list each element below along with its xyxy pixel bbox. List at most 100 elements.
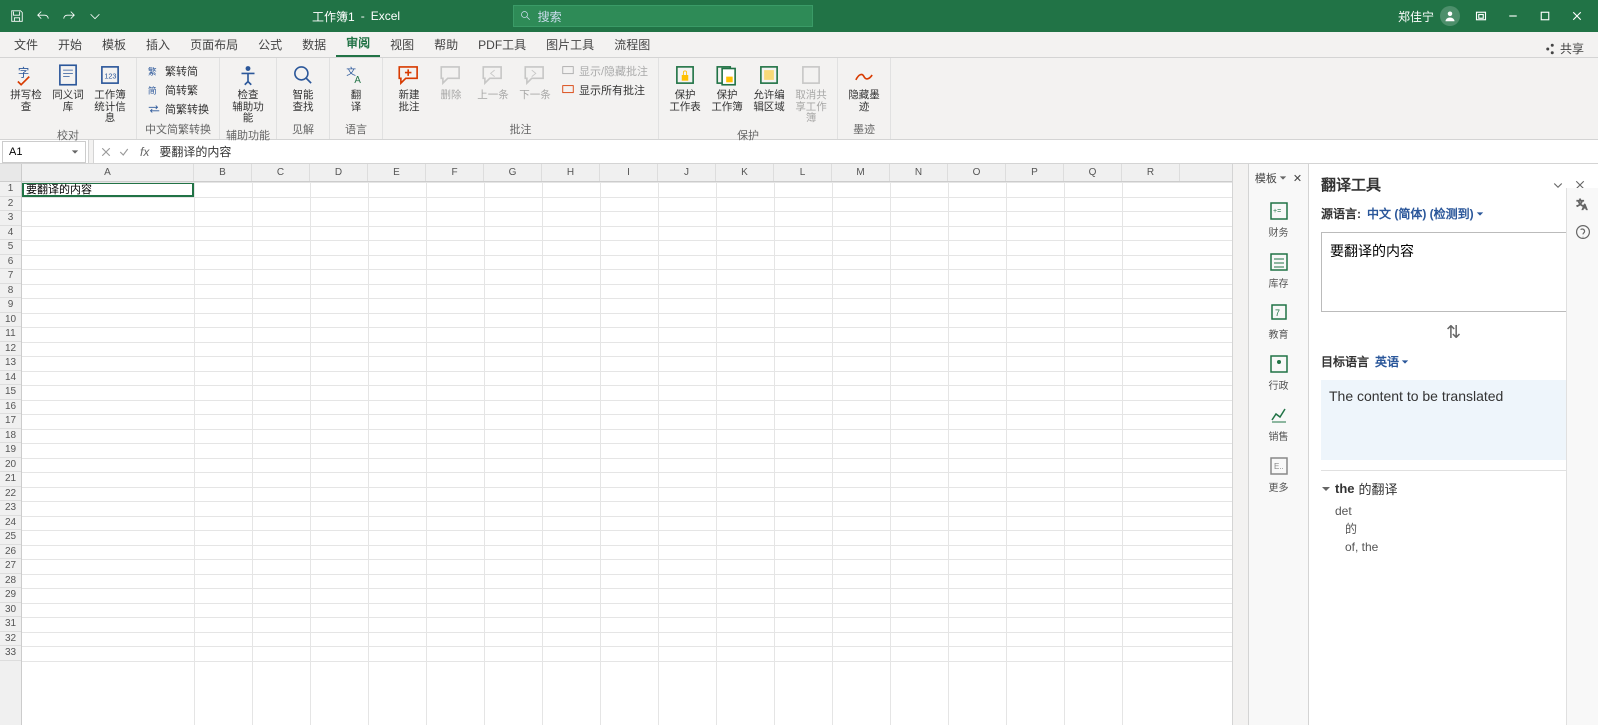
row-header-5[interactable]: 5 — [0, 240, 21, 255]
vertical-scrollbar[interactable] — [1232, 164, 1248, 725]
source-text-input[interactable]: 要翻译的内容 ✕ — [1321, 232, 1586, 312]
template-category-inventory[interactable]: 库存 — [1268, 245, 1290, 296]
ribbon-display-icon[interactable] — [1470, 5, 1492, 27]
tab-开始[interactable]: 开始 — [48, 32, 92, 57]
simp-to-trad-button[interactable]: 简简转繁 — [143, 81, 213, 99]
column-header-L[interactable]: L — [774, 164, 832, 181]
column-header-E[interactable]: E — [368, 164, 426, 181]
translate-button[interactable]: 文A翻 译 — [336, 62, 376, 113]
row-header-31[interactable]: 31 — [0, 617, 21, 632]
name-box[interactable]: A1 — [2, 141, 86, 163]
show-all-comments-button[interactable]: 显示所有批注 — [557, 81, 652, 99]
column-header-A[interactable]: A — [22, 164, 194, 181]
row-header-2[interactable]: 2 — [0, 197, 21, 212]
row-header-26[interactable]: 26 — [0, 545, 21, 560]
new-comment-button[interactable]: 新建 批注 — [389, 62, 429, 113]
template-pane-header[interactable]: 模板 ✕ — [1255, 170, 1302, 190]
row-header-6[interactable]: 6 — [0, 255, 21, 270]
target-lang-dropdown[interactable]: 英语 — [1375, 353, 1409, 370]
column-header-J[interactable]: J — [658, 164, 716, 181]
column-header-C[interactable]: C — [252, 164, 310, 181]
tab-插入[interactable]: 插入 — [136, 32, 180, 57]
formula-bar[interactable]: 要翻译的内容 — [153, 143, 1598, 160]
tab-PDF工具[interactable]: PDF工具 — [468, 32, 536, 57]
row-header-1[interactable]: 1 — [0, 182, 21, 197]
column-header-P[interactable]: P — [1006, 164, 1064, 181]
dictionary-toggle[interactable]: the 的翻译 — [1321, 479, 1586, 498]
row-header-4[interactable]: 4 — [0, 226, 21, 241]
qat-customize-icon[interactable] — [84, 5, 106, 27]
template-category-more[interactable]: E..更多 — [1268, 449, 1290, 500]
search-input[interactable]: 搜索 — [513, 5, 813, 27]
translator-side-icon[interactable]: 文A — [1575, 196, 1591, 212]
template-category-admin[interactable]: 行政 — [1268, 347, 1290, 398]
column-header-M[interactable]: M — [832, 164, 890, 181]
row-header-16[interactable]: 16 — [0, 400, 21, 415]
cell-a1[interactable]: 要翻译的内容 — [22, 182, 194, 197]
tab-帮助[interactable]: 帮助 — [424, 32, 468, 57]
row-header-21[interactable]: 21 — [0, 472, 21, 487]
row-header-17[interactable]: 17 — [0, 414, 21, 429]
column-header-R[interactable]: R — [1122, 164, 1180, 181]
row-header-23[interactable]: 23 — [0, 501, 21, 516]
column-header-B[interactable]: B — [194, 164, 252, 181]
tab-公式[interactable]: 公式 — [248, 32, 292, 57]
row-header-13[interactable]: 13 — [0, 356, 21, 371]
chinese-convert-button[interactable]: 简繁转换 — [143, 100, 213, 118]
row-header-27[interactable]: 27 — [0, 559, 21, 574]
row-header-24[interactable]: 24 — [0, 516, 21, 531]
workbook-stats-button[interactable]: 123工作簿 统计信息 — [90, 62, 130, 125]
row-header-30[interactable]: 30 — [0, 603, 21, 618]
enter-formula-icon[interactable] — [118, 146, 130, 158]
spelling-button[interactable]: 字拼写检查 — [6, 62, 46, 113]
row-header-3[interactable]: 3 — [0, 211, 21, 226]
close-icon[interactable] — [1566, 5, 1588, 27]
row-header-33[interactable]: 33 — [0, 646, 21, 661]
row-header-20[interactable]: 20 — [0, 458, 21, 473]
allow-edit-ranges-button[interactable]: 允许编 辑区域 — [749, 62, 789, 113]
tab-模板[interactable]: 模板 — [92, 32, 136, 57]
row-header-32[interactable]: 32 — [0, 632, 21, 647]
row-header-12[interactable]: 12 — [0, 342, 21, 357]
accessibility-check-button[interactable]: 检查 辅助功能 — [228, 62, 268, 125]
row-header-8[interactable]: 8 — [0, 284, 21, 299]
share-button[interactable]: 共享 — [1534, 40, 1594, 57]
row-header-9[interactable]: 9 — [0, 298, 21, 313]
trad-to-simp-button[interactable]: 繁繁转简 — [143, 62, 213, 80]
column-header-I[interactable]: I — [600, 164, 658, 181]
tab-数据[interactable]: 数据 — [292, 32, 336, 57]
column-header-O[interactable]: O — [948, 164, 1006, 181]
tab-审阅[interactable]: 审阅 — [336, 30, 380, 57]
protect-sheet-button[interactable]: 保护 工作表 — [665, 62, 705, 113]
column-header-H[interactable]: H — [542, 164, 600, 181]
tab-流程图[interactable]: 流程图 — [604, 32, 660, 57]
template-category-sales[interactable]: 销售 — [1268, 398, 1290, 449]
row-header-10[interactable]: 10 — [0, 313, 21, 328]
tab-视图[interactable]: 视图 — [380, 32, 424, 57]
template-category-finance[interactable]: +=财务 — [1268, 194, 1290, 245]
column-header-Q[interactable]: Q — [1064, 164, 1122, 181]
save-icon[interactable] — [6, 5, 28, 27]
row-header-15[interactable]: 15 — [0, 385, 21, 400]
thesaurus-button[interactable]: 同义词库 — [48, 62, 88, 113]
row-header-18[interactable]: 18 — [0, 429, 21, 444]
pane-options-icon[interactable] — [1552, 179, 1564, 191]
row-header-19[interactable]: 19 — [0, 443, 21, 458]
maximize-icon[interactable] — [1534, 5, 1556, 27]
fx-icon[interactable]: fx — [136, 145, 153, 159]
row-header-25[interactable]: 25 — [0, 530, 21, 545]
minimize-icon[interactable] — [1502, 5, 1524, 27]
user-account[interactable]: 郑佳宁 — [1398, 6, 1460, 26]
cancel-formula-icon[interactable] — [100, 146, 112, 158]
column-header-D[interactable]: D — [310, 164, 368, 181]
row-header-22[interactable]: 22 — [0, 487, 21, 502]
column-header-F[interactable]: F — [426, 164, 484, 181]
column-header-G[interactable]: G — [484, 164, 542, 181]
column-header-N[interactable]: N — [890, 164, 948, 181]
tab-文件[interactable]: 文件 — [4, 32, 48, 57]
tab-图片工具[interactable]: 图片工具 — [536, 32, 604, 57]
help-icon[interactable] — [1575, 224, 1591, 240]
row-header-14[interactable]: 14 — [0, 371, 21, 386]
select-all-corner[interactable] — [0, 164, 21, 182]
undo-icon[interactable] — [32, 5, 54, 27]
